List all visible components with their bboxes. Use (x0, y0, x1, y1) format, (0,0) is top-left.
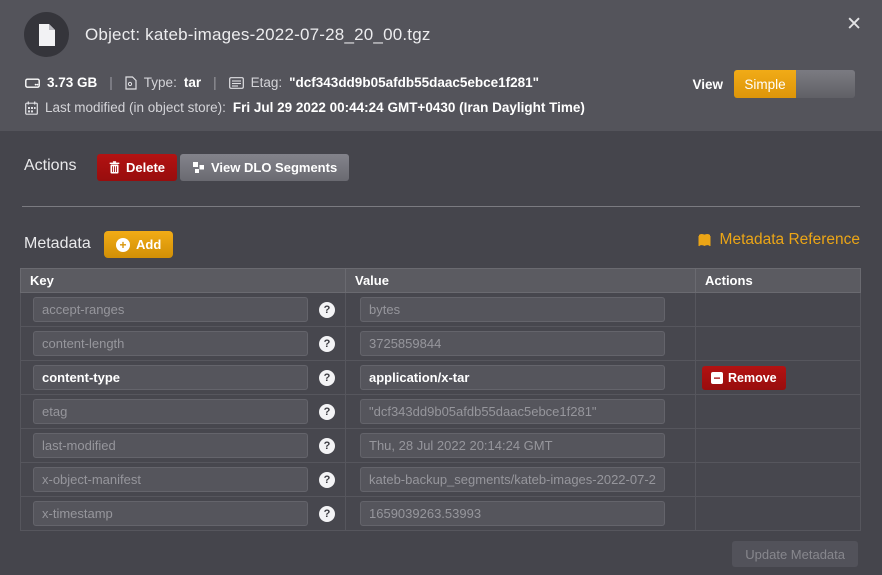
table-row: ? − (21, 395, 861, 429)
column-header-key: Key (21, 269, 346, 293)
metadata-reference-link[interactable]: Metadata Reference (697, 231, 860, 249)
metadata-value-input[interactable] (360, 365, 665, 390)
calendar-icon (25, 101, 38, 115)
help-icon[interactable]: ? (319, 404, 335, 420)
separator: | (213, 75, 217, 90)
delete-button[interactable]: Delete (97, 154, 177, 181)
trash-icon (109, 161, 120, 174)
section-divider (22, 206, 860, 207)
metadata-key-input (33, 297, 308, 322)
view-mode-toggle[interactable]: Simple (734, 70, 855, 98)
delete-button-label: Delete (126, 160, 165, 175)
help-icon[interactable]: ? (319, 370, 335, 386)
remove-button[interactable]: − Remove (702, 366, 786, 390)
metadata-reference-label: Metadata Reference (720, 231, 860, 249)
table-row: ? − (21, 429, 861, 463)
metadata-key-input (33, 399, 308, 424)
file-icon (24, 12, 69, 57)
table-header-row: Key Value Actions (21, 269, 861, 293)
metadata-key-input (33, 331, 308, 356)
remove-button-label: Remove (728, 371, 777, 385)
toggle-off-option[interactable] (796, 70, 855, 98)
last-modified-line: Last modified (in object store): Fri Jul… (25, 100, 585, 115)
type-label: Type: (144, 75, 177, 90)
close-icon[interactable]: ✕ (846, 15, 862, 34)
metadata-value-input (360, 501, 665, 526)
book-icon (697, 233, 712, 247)
metadata-value-input (360, 433, 665, 458)
view-label: View (692, 77, 723, 92)
table-row: ? − Remove (21, 361, 861, 395)
etag-label: Etag: (251, 75, 283, 90)
column-header-actions: Actions (696, 269, 861, 293)
plus-circle-icon: + (116, 238, 130, 252)
add-metadata-button[interactable]: + Add (104, 231, 173, 258)
help-icon[interactable]: ? (319, 336, 335, 352)
view-toggle-group: View Simple (692, 70, 855, 98)
etag-value: "dcf343dd9b05afdb55daac5ebce1f281" (289, 75, 539, 90)
actions-section-label: Actions (24, 157, 76, 175)
separator: | (109, 75, 113, 90)
hdd-icon (25, 76, 40, 89)
table-row: ? − (21, 497, 861, 531)
update-metadata-button[interactable]: Update Metadata (732, 541, 858, 567)
page-title: Object: kateb-images-2022-07-28_20_00.tg… (85, 25, 431, 45)
table-row: ? − (21, 463, 861, 497)
help-icon[interactable]: ? (319, 472, 335, 488)
last-modified-label: Last modified (in object store): (45, 100, 226, 115)
add-button-label: Add (136, 237, 161, 252)
object-info-line: 3.73 GB | Type: tar | Etag: "dcf34 (25, 75, 539, 90)
view-dlo-segments-label: View DLO Segments (211, 160, 337, 175)
metadata-value-input (360, 399, 665, 424)
file-type-icon (125, 76, 137, 90)
metadata-key-input (33, 433, 308, 458)
metadata-value-input (360, 297, 665, 322)
toggle-simple-option[interactable]: Simple (734, 70, 796, 98)
metadata-value-input (360, 331, 665, 356)
dlo-segments-icon (192, 161, 205, 174)
etag-icon (229, 77, 244, 89)
metadata-section-label: Metadata (24, 235, 91, 253)
metadata-value-input (360, 467, 665, 492)
column-header-value: Value (346, 269, 696, 293)
object-size: 3.73 GB (47, 75, 97, 90)
object-details-modal: Object: kateb-images-2022-07-28_20_00.tg… (0, 0, 882, 575)
metadata-key-input (33, 501, 308, 526)
modal-header: Object: kateb-images-2022-07-28_20_00.tg… (0, 0, 882, 131)
type-value: tar (184, 75, 201, 90)
metadata-table: Key Value Actions ? (20, 268, 861, 531)
help-icon[interactable]: ? (319, 506, 335, 522)
last-modified-value: Fri Jul 29 2022 00:44:24 GMT+0430 (Iran … (233, 100, 585, 115)
view-dlo-segments-button[interactable]: View DLO Segments (180, 154, 349, 181)
table-row: ? − (21, 327, 861, 361)
minus-square-icon: − (711, 372, 723, 384)
help-icon[interactable]: ? (319, 302, 335, 318)
table-row: ? − (21, 293, 861, 327)
metadata-key-input (33, 467, 308, 492)
help-icon[interactable]: ? (319, 438, 335, 454)
metadata-key-input[interactable] (33, 365, 308, 390)
